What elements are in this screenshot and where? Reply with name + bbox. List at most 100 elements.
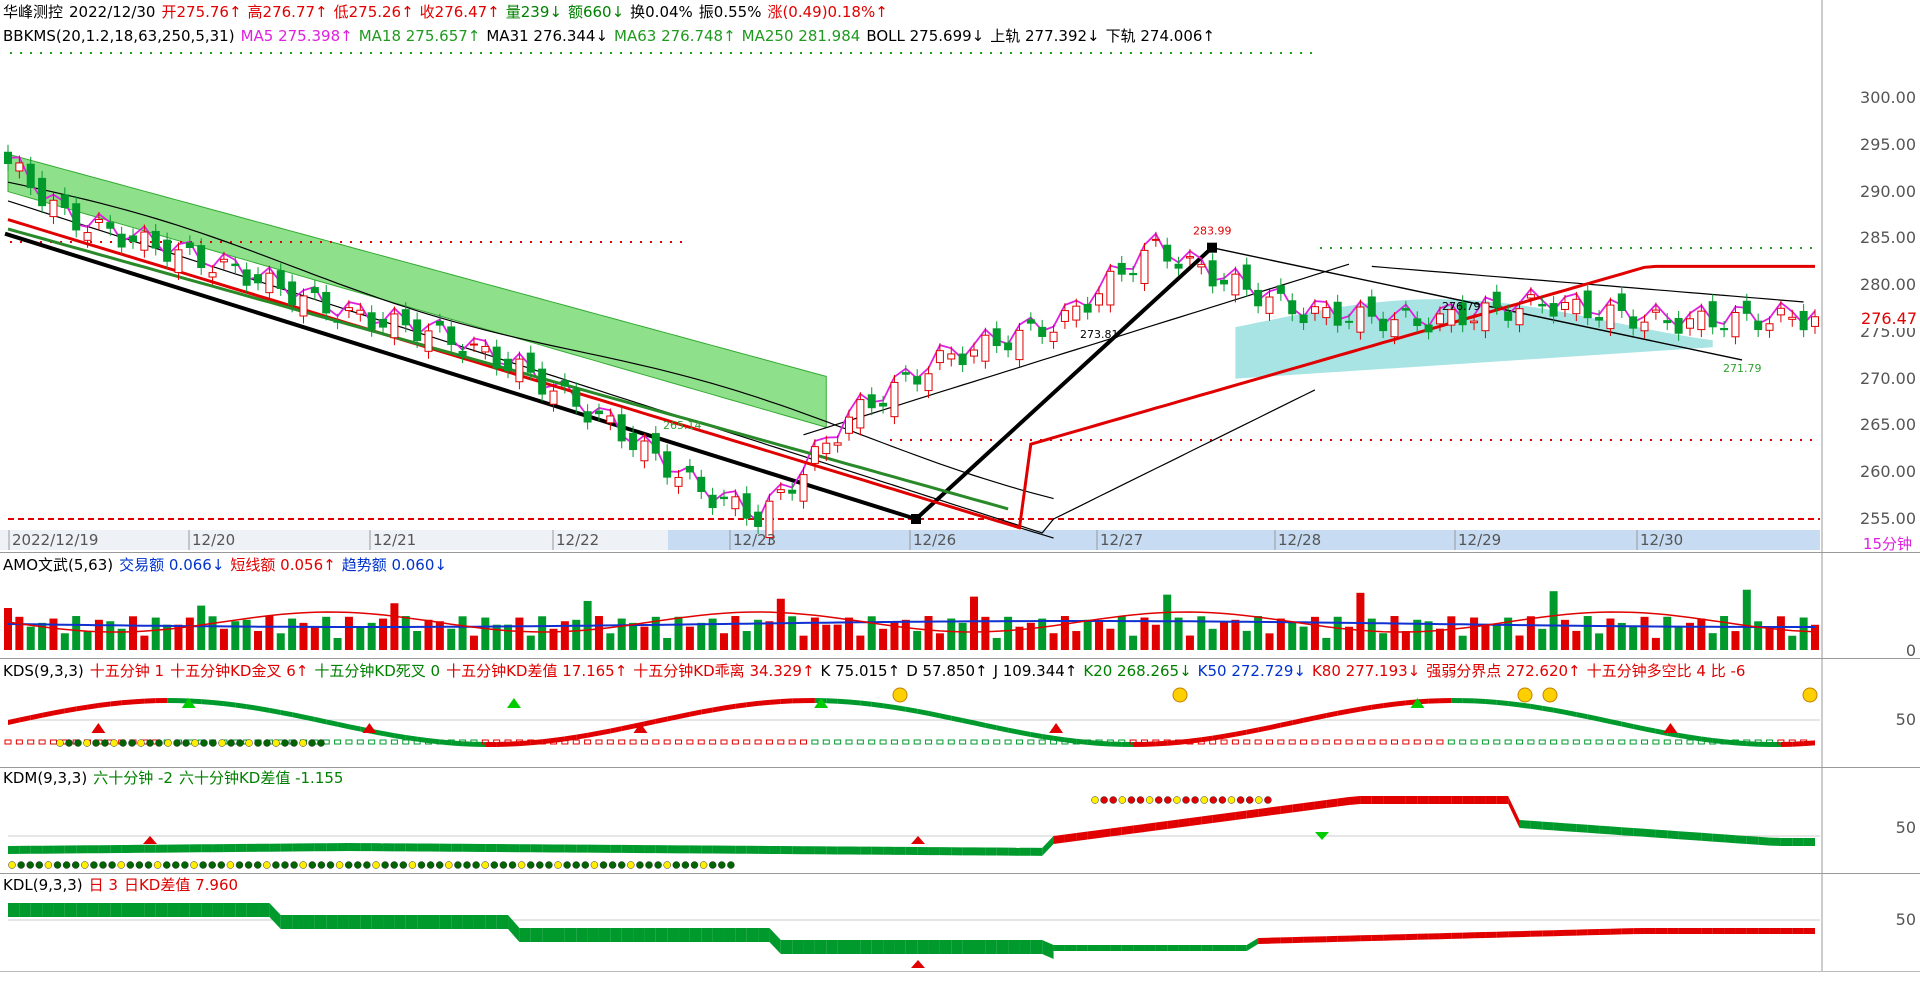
kdm-ribbon [883,846,895,855]
kdl-ribbon [1383,934,1395,941]
kds-small-bar [800,739,808,745]
timeframe-label[interactable]: 15分钟 [1863,533,1912,554]
kdm-ribbon [905,846,918,855]
candle-body [151,230,160,249]
candle-body [401,309,410,326]
amo-name[interactable]: AMO文武(5,63) [3,556,113,574]
kds-small-bar [1254,739,1262,745]
kds-small-bar [1379,739,1387,745]
kds-dot [173,739,181,747]
candle-body [1333,301,1342,326]
kds-ribbon [610,726,622,734]
kdl-ribbon [1519,930,1531,938]
kds-small-bar [640,739,648,745]
kds-small-bar [981,739,989,745]
kdm-dot [299,861,307,869]
kdm-ribbon [1508,796,1520,828]
kdm-ribbon [1803,838,1815,846]
kds-ribbon [996,725,1009,733]
kds-ribbon [201,699,213,705]
kdl-ribbon [87,903,99,917]
kdm-ribbon [1201,815,1213,825]
volume-bar [49,618,58,650]
kdl-ribbon [1746,928,1759,934]
candle-body [1106,270,1115,306]
kds-small-bar [868,739,876,745]
kds-small-bar [731,739,739,745]
kds-small-bar [765,739,773,745]
kdl-ribbon [962,940,975,954]
kdm-dot [244,861,253,869]
candle-body [1026,319,1035,324]
candle-body [810,446,819,464]
price-chart[interactable]: 283.99 273.81 276.79 265.14 271.79 [0,0,1920,987]
kdm-dot [1200,796,1208,804]
kdm-dot [536,861,544,869]
candle-body [1663,320,1672,324]
candle-body [1492,291,1501,308]
candle-body [867,394,876,409]
kdm-ribbon [1133,824,1145,834]
kds-j: J 109.344↑ [993,662,1078,680]
kds-ribbon [212,699,224,707]
price-tick-label: 290.00 [1860,181,1916,201]
kdl-ribbon [712,928,724,942]
kds-ribbon [1167,739,1179,746]
volume-bar [1629,626,1638,650]
volume-bar [833,624,842,650]
kdl-ribbon [30,903,43,917]
kds-ribbon [746,700,759,708]
kdm-dot [126,861,135,869]
kds-ribbon [1360,704,1372,712]
candle-body [1606,304,1615,330]
kds-ribbon [928,710,940,719]
volume-bar [1606,618,1615,650]
candle-body [72,203,81,231]
kdl-ribbon [269,903,281,929]
candle-body [1708,301,1717,328]
kdm-dot [263,861,271,869]
candle-body [1731,311,1740,338]
smiley-icon [1517,687,1533,703]
kdl-name[interactable]: KDL(9,3,3) [3,876,83,894]
kdl-ribbon [928,940,940,954]
current-price-tag: 276.47 [1858,309,1920,328]
kdm-ribbon [1576,824,1588,833]
kds-small-bar [595,739,603,745]
kds-ribbon [1008,727,1020,735]
volume-bar [970,596,979,650]
kdl-ribbon [1144,945,1156,951]
kds-small-bar [959,739,967,745]
kds-ribbon [1803,740,1815,747]
price-tick-label: 295.00 [1860,134,1916,154]
kds-small-bar [1334,739,1342,745]
kdm-ribbon [1689,832,1702,841]
price-tick-label: 270.00 [1860,368,1916,388]
kds-ribbon [1621,721,1634,729]
candle-body [492,346,501,369]
kdl-ribbon [996,940,1009,954]
kds-ribbon [42,710,54,718]
kdl-ribbon [1099,945,1111,951]
volume-bar [663,637,672,650]
kdm-dot [363,861,371,869]
kdm-name[interactable]: KDM(9,3,3) [3,769,87,787]
candle-body [822,442,831,455]
kdl-ribbon [758,928,770,942]
kds-ribbon [701,707,713,715]
kds-ribbon [1553,707,1565,715]
kdl-ribbon [1508,931,1520,938]
kdl-ribbon [394,915,406,929]
kdm-dot [1245,796,1254,804]
kdl-ribbon [360,915,372,929]
kdm-ribbon [314,843,327,852]
kdm-dot [144,861,153,869]
kds-small-bar [379,739,387,745]
kds-name[interactable]: KDS(9,3,3) [3,662,84,680]
volume-bar [1583,616,1592,650]
kdl-ribbon [144,903,156,917]
kdm-ribbon [951,847,963,856]
volume-bar [776,598,785,650]
kds-ribbon [587,730,599,738]
candle-body [174,249,183,273]
